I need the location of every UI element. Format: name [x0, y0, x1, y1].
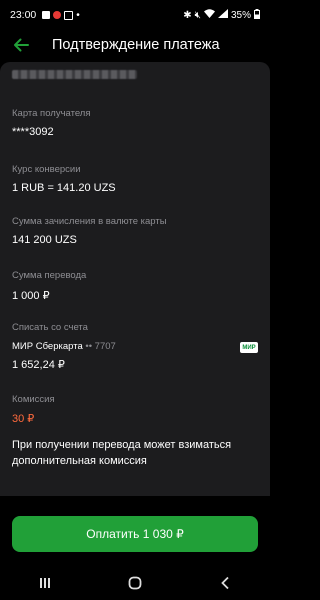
- status-time: 23:00: [10, 9, 37, 21]
- commission-notice: При получении перевода может взиматься д…: [12, 439, 232, 467]
- wifi-icon: [203, 9, 215, 21]
- mute-icon: 🔇︎: [194, 9, 201, 21]
- status-bar: 23:00 • ✱ 🔇︎ 35%: [0, 0, 270, 30]
- arrow-left-icon: [14, 38, 29, 52]
- transfer-amount-value: 1 000 ₽: [12, 290, 50, 302]
- battery-percent: 35%: [230, 9, 251, 21]
- pay-button[interactable]: Оплатить 1 030 ₽: [12, 516, 258, 552]
- transfer-amount-label: Сумма перевода: [12, 270, 87, 281]
- commission-value: 30 ₽: [12, 413, 35, 425]
- system-nav-bar: [0, 565, 270, 600]
- credit-amount-value: 141 200 UZS: [12, 234, 77, 246]
- commission-label: Комиссия: [12, 394, 55, 405]
- chevron-left-icon: [221, 576, 229, 589]
- image-icon: [64, 10, 74, 20]
- card-recipient-label: Карта получателя: [12, 108, 91, 119]
- home-icon: [128, 576, 142, 589]
- home-button[interactable]: [120, 568, 150, 598]
- back-button[interactable]: [10, 34, 32, 56]
- debit-card-name: МИР Сберкарта: [12, 341, 83, 352]
- recent-apps-button[interactable]: [30, 568, 60, 598]
- recent-apps-icon: [40, 577, 50, 588]
- card-recipient-value: ****3092: [12, 126, 54, 138]
- dot-icon: •: [76, 9, 80, 21]
- debit-balance: 1 652,24 ₽: [12, 359, 65, 371]
- signal-icon: [217, 9, 228, 21]
- page-title: Подтверждение платежа: [52, 37, 220, 53]
- rate-value: 1 RUB = 141.20 UZS: [12, 182, 116, 194]
- mir-card-badge: МИР: [240, 342, 258, 353]
- notification-icons: •: [42, 10, 80, 21]
- credit-amount-label: Сумма зачисления в валюте карты: [12, 216, 167, 227]
- debit-from-label: Списать со счета: [12, 322, 88, 333]
- status-right: ✱ 🔇︎ 35%: [183, 8, 260, 22]
- system-back-button[interactable]: [210, 568, 240, 598]
- rate-label: Курс конверсии: [12, 164, 81, 175]
- message-icon: [42, 11, 51, 19]
- battery-icon: [254, 8, 260, 22]
- debit-card-mask: •• 7707: [85, 341, 116, 352]
- hidden-recipient-name: [12, 70, 137, 79]
- app-bar: Подтверждение платежа: [0, 30, 270, 60]
- bluetooth-icon: ✱: [183, 9, 192, 21]
- record-icon: [53, 11, 62, 19]
- debit-account-row: МИР Сберкарта •• 7707: [12, 341, 116, 352]
